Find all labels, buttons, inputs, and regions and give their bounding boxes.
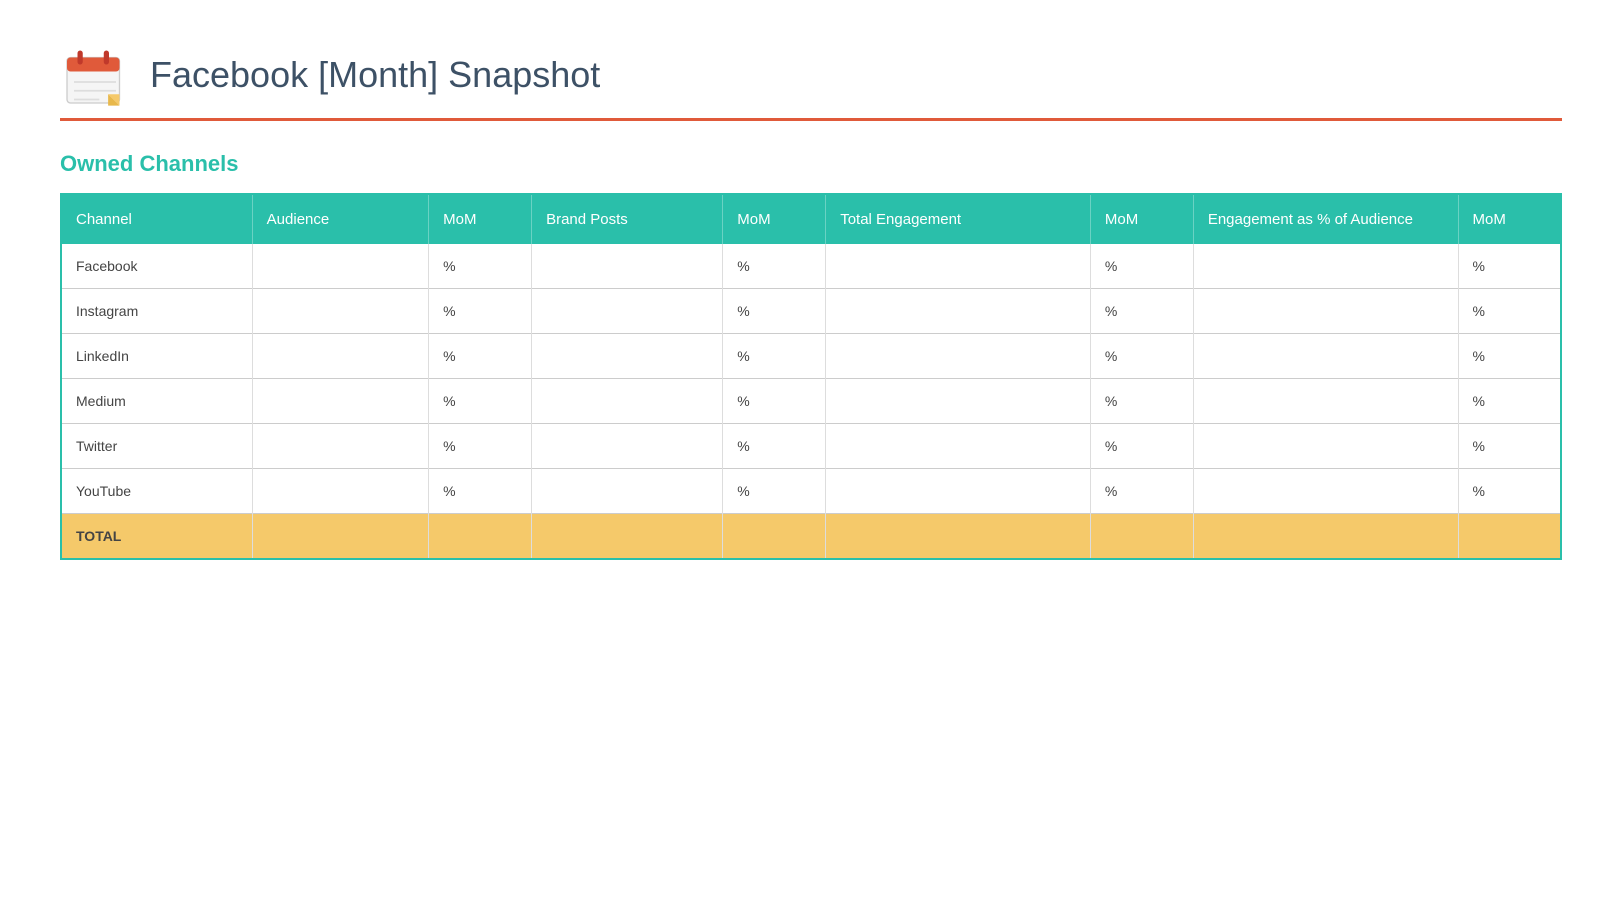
cell-channel: Twitter: [61, 424, 252, 469]
cell-mom-3: %: [1090, 469, 1193, 514]
page-header: Facebook [Month] Snapshot: [60, 40, 1562, 110]
cell-mom-3: %: [1090, 424, 1193, 469]
col-header-mom-4: MoM: [1458, 194, 1561, 244]
col-header-mom-3: MoM: [1090, 194, 1193, 244]
col-header-engagement-pct: Engagement as % of Audience: [1193, 194, 1458, 244]
cell-mom-1: %: [429, 244, 532, 289]
cell-mom-2: %: [723, 244, 826, 289]
cell-eng-pct: [1193, 379, 1458, 424]
col-header-mom-2: MoM: [723, 194, 826, 244]
cell-mom-4: %: [1458, 379, 1561, 424]
cell-audience: [252, 469, 428, 514]
cell-channel: LinkedIn: [61, 334, 252, 379]
cell-mom-1: [429, 514, 532, 560]
cell-total-engagement: [826, 289, 1091, 334]
cell-mom-2: %: [723, 424, 826, 469]
cell-mom-4: %: [1458, 244, 1561, 289]
cell-mom-2: [723, 514, 826, 560]
cell-brand-posts: [532, 289, 723, 334]
owned-channels-table: Channel Audience MoM Brand Posts MoM Tot…: [60, 193, 1562, 560]
cell-total-engagement: [826, 334, 1091, 379]
cell-mom-2: %: [723, 379, 826, 424]
cell-mom-3: %: [1090, 289, 1193, 334]
cell-brand-posts: [532, 379, 723, 424]
table-row: Facebook%%%%: [61, 244, 1561, 289]
table-row: Twitter%%%%: [61, 424, 1561, 469]
cell-total-engagement: [826, 514, 1091, 560]
col-header-audience: Audience: [252, 194, 428, 244]
cell-mom-4: %: [1458, 289, 1561, 334]
header-divider: [60, 118, 1562, 121]
cell-mom-1: %: [429, 469, 532, 514]
cell-eng-pct: [1193, 424, 1458, 469]
cell-mom-4: %: [1458, 334, 1561, 379]
cell-total-engagement: [826, 379, 1091, 424]
table-row: TOTAL: [61, 514, 1561, 560]
cell-mom-1: %: [429, 289, 532, 334]
cell-mom-2: %: [723, 289, 826, 334]
cell-channel: Instagram: [61, 289, 252, 334]
cell-mom-4: %: [1458, 424, 1561, 469]
page-title: Facebook [Month] Snapshot: [150, 54, 600, 96]
cell-brand-posts: [532, 334, 723, 379]
cell-mom-3: %: [1090, 334, 1193, 379]
cell-mom-3: [1090, 514, 1193, 560]
table-row: Medium%%%%: [61, 379, 1561, 424]
cell-brand-posts: [532, 244, 723, 289]
table-row: LinkedIn%%%%: [61, 334, 1561, 379]
table-header-row: Channel Audience MoM Brand Posts MoM Tot…: [61, 194, 1561, 244]
cell-channel: Medium: [61, 379, 252, 424]
cell-brand-posts: [532, 424, 723, 469]
cell-eng-pct: [1193, 469, 1458, 514]
cell-total-engagement: [826, 469, 1091, 514]
table-row: YouTube%%%%: [61, 469, 1561, 514]
cell-audience: [252, 514, 428, 560]
cell-mom-2: %: [723, 334, 826, 379]
cell-mom-1: %: [429, 379, 532, 424]
cell-brand-posts: [532, 469, 723, 514]
cell-mom-4: %: [1458, 469, 1561, 514]
cell-eng-pct: [1193, 334, 1458, 379]
table-row: Instagram%%%%: [61, 289, 1561, 334]
col-header-channel: Channel: [61, 194, 252, 244]
cell-total-engagement: [826, 244, 1091, 289]
col-header-brand-posts: Brand Posts: [532, 194, 723, 244]
calendar-icon: [60, 40, 130, 110]
cell-channel: YouTube: [61, 469, 252, 514]
cell-total-engagement: [826, 424, 1091, 469]
cell-eng-pct: [1193, 514, 1458, 560]
cell-audience: [252, 289, 428, 334]
col-header-total-engagement: Total Engagement: [826, 194, 1091, 244]
cell-brand-posts: [532, 514, 723, 560]
cell-audience: [252, 379, 428, 424]
cell-mom-3: %: [1090, 379, 1193, 424]
cell-mom-2: %: [723, 469, 826, 514]
col-header-mom-1: MoM: [429, 194, 532, 244]
cell-channel: Facebook: [61, 244, 252, 289]
cell-eng-pct: [1193, 244, 1458, 289]
cell-channel: TOTAL: [61, 514, 252, 560]
section-title: Owned Channels: [60, 151, 1562, 177]
cell-mom-1: %: [429, 424, 532, 469]
cell-eng-pct: [1193, 289, 1458, 334]
cell-mom-4: [1458, 514, 1561, 560]
cell-audience: [252, 424, 428, 469]
cell-audience: [252, 334, 428, 379]
cell-mom-3: %: [1090, 244, 1193, 289]
cell-mom-1: %: [429, 334, 532, 379]
cell-audience: [252, 244, 428, 289]
